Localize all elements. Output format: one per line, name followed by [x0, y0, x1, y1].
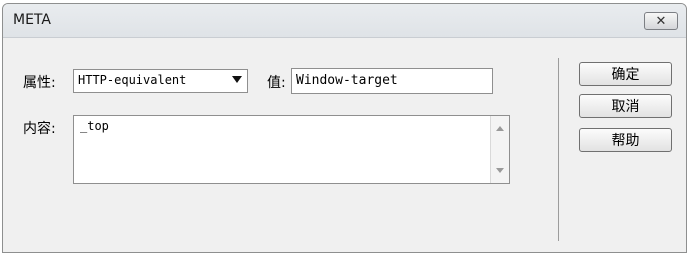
dialog-title: META [13, 12, 51, 28]
attribute-select[interactable]: HTTP-equivalent [73, 69, 248, 93]
close-icon: ✕ [655, 13, 667, 29]
content-textarea[interactable]: _top [73, 115, 510, 184]
attribute-selected-value: HTTP-equivalent [78, 73, 187, 87]
content-scrollbar[interactable] [490, 116, 509, 183]
content-textarea-text: _top [80, 119, 109, 133]
value-input[interactable]: Window-target [291, 68, 493, 94]
dropdown-arrow-icon[interactable] [232, 76, 242, 83]
title-bar: META ✕ [3, 4, 686, 38]
meta-dialog: META ✕ 属性: HTTP-equivalent 值: Window-tar… [2, 3, 687, 253]
value-label: 值: [267, 75, 286, 91]
attribute-label: 属性: [23, 75, 56, 91]
help-button[interactable]: 帮助 [579, 128, 672, 152]
scroll-down-arrow-icon[interactable] [496, 168, 504, 173]
close-button[interactable]: ✕ [644, 12, 678, 30]
vertical-divider [558, 58, 559, 241]
scroll-up-arrow-icon[interactable] [496, 126, 504, 131]
value-input-text: Window-target [296, 73, 398, 88]
ok-button[interactable]: 确定 [579, 62, 672, 86]
content-label: 内容: [23, 121, 56, 137]
cancel-button[interactable]: 取消 [579, 94, 672, 118]
